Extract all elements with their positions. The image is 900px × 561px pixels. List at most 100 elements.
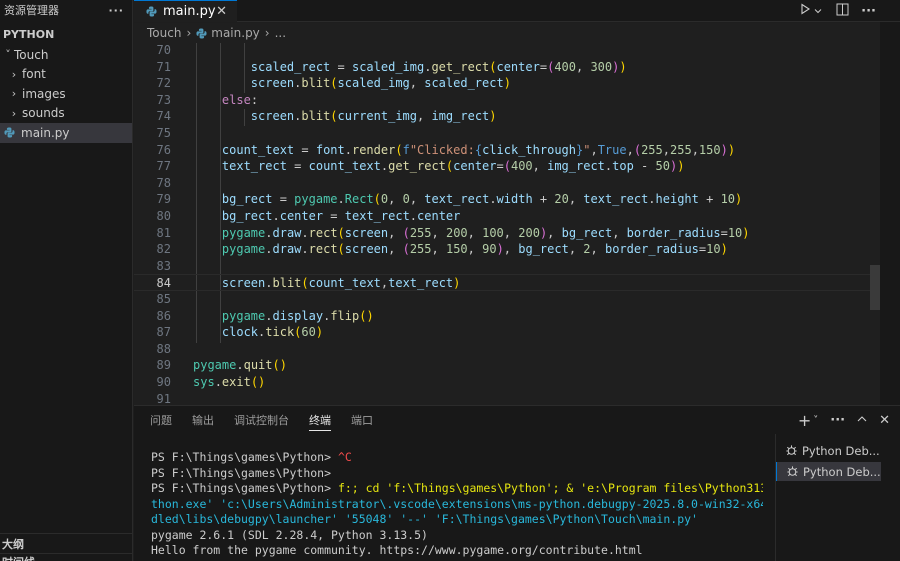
code-line: 90 sys.exit() [134, 374, 880, 391]
code-line: 70 [134, 43, 880, 59]
explorer-sidebar: 资源管理器 ··· PYTHON ˅ Touch › font › images… [0, 0, 133, 561]
code-line: 73 else: [134, 92, 880, 109]
code-line: 75 [134, 125, 880, 142]
tree-file-main-py[interactable]: main.py [0, 123, 132, 143]
code-line: 88 [134, 341, 880, 358]
code-line: 77 text_rect = count_text.get_rect(cente… [134, 158, 880, 175]
breadcrumb-more[interactable]: ... [275, 26, 286, 40]
line-number: 71 [156, 59, 171, 74]
code-line: 74 screen.blit(current_img, img_rect) [134, 108, 880, 125]
close-panel-icon[interactable]: ✕ [879, 413, 890, 428]
outline-section-header[interactable]: 大纲 [0, 533, 133, 553]
breadcrumb: Touch › main.py › ... [134, 23, 880, 43]
maximize-panel-icon[interactable] [857, 413, 867, 428]
code-line: 82 pygame.draw.rect(screen, (255, 150, 9… [134, 241, 880, 258]
code-editor[interactable]: 70 71 scaled_rect = scaled_img.get_rect(… [134, 43, 880, 405]
chevron-down-icon: ˅ [5, 48, 11, 62]
code-line: 78 [134, 175, 880, 192]
chevron-right-icon: › [11, 67, 17, 81]
code-line: 83 [134, 258, 880, 275]
tree-item-label: images [22, 86, 66, 101]
chevron-right-icon: › [186, 26, 192, 40]
chevron-down-icon[interactable]: ˅ [813, 415, 818, 426]
line-number: 75 [156, 126, 171, 140]
line-number: 78 [156, 175, 171, 190]
terminal-line: PS F:\Things\games\Python> ^C [151, 450, 352, 464]
scrollbar-thumb[interactable] [870, 265, 880, 310]
more-actions-icon[interactable]: ··· [830, 413, 845, 428]
tree-item-label: main.py [21, 125, 70, 140]
line-number: 74 [156, 109, 171, 124]
code-line: 86 pygame.display.flip() [134, 308, 880, 325]
terminal-line: pygame 2.6.1 (SDL 2.28.4, Python 3.13.5) [151, 527, 428, 542]
tab-output[interactable]: 输出 [192, 406, 214, 434]
terminal-session-item-active[interactable]: Python Deb... [776, 462, 881, 481]
tab-main-py[interactable]: main.py ✕ [134, 0, 237, 22]
panel-tabs: 问题 输出 调试控制台 终端 端口 [134, 406, 377, 434]
bottom-panel: 问题 输出 调试控制台 终端 端口 + ˅ ··· ✕ PS F:\Things… [134, 405, 900, 561]
debug-icon [787, 466, 798, 477]
new-terminal-icon[interactable]: + [798, 411, 811, 430]
line-number: 70 [156, 43, 171, 57]
tree-folder-sounds[interactable]: › sounds [0, 104, 132, 124]
breadcrumb-file[interactable]: main.py [211, 26, 260, 40]
tab-ports[interactable]: 端口 [351, 406, 373, 434]
explorer-header: 资源管理器 ··· [0, 0, 132, 20]
line-number: 87 [156, 325, 171, 340]
chevron-right-icon: › [11, 106, 17, 120]
code-line: 81 pygame.draw.rect(screen, (255, 200, 1… [134, 225, 880, 242]
code-line: 91 [134, 391, 880, 405]
close-icon[interactable]: ✕ [216, 4, 227, 19]
breadcrumb-folder[interactable]: Touch [147, 26, 181, 40]
explorer-title: 资源管理器 [4, 4, 59, 17]
panel-actions: + ˅ ··· ✕ [786, 406, 890, 434]
terminal-session-label: Python Deb... [802, 443, 880, 458]
terminal-session-item[interactable]: Python Deb... [776, 441, 881, 460]
code-line: 87 clock.tick(60) [134, 324, 880, 341]
code-line: 85 [134, 291, 880, 308]
line-number: 91 [156, 391, 171, 405]
code-line: 72 screen.blit(scaled_img, scaled_rect) [134, 75, 880, 92]
more-actions-icon[interactable]: ··· [861, 4, 876, 19]
timeline-section-header[interactable]: 时间线 [0, 553, 133, 561]
tab-terminal[interactable]: 终端 [309, 406, 331, 434]
line-number: 84 [156, 276, 171, 291]
tab-problems[interactable]: 问题 [150, 406, 172, 434]
terminal-line: PS F:\Things\games\Python> [151, 465, 338, 480]
line-number: 89 [156, 358, 171, 373]
terminal-session-label: Python Deb... [803, 464, 881, 479]
run-icon[interactable] [799, 3, 811, 19]
terminal-session-list: Python Deb... Python Deb... [775, 434, 881, 561]
line-number: 80 [156, 209, 171, 223]
code-line: 89 pygame.quit() [134, 357, 880, 374]
terminal-line: dled\libs\debugpy\launcher' '55048' '--'… [151, 512, 698, 526]
editor-tab-bar: main.py ✕ ··· [134, 0, 900, 22]
editor-scrollbar[interactable] [870, 43, 880, 405]
tree-item-label: font [22, 67, 46, 82]
line-number: 81 [156, 225, 171, 240]
terminal-line: Hello from the pygame community. https:/… [151, 543, 643, 557]
tree-folder-font[interactable]: › font [0, 65, 132, 85]
code-line: 80 bg_rect.center = text_rect.center [134, 208, 880, 225]
tree-folder-touch[interactable]: ˅ Touch [0, 45, 132, 65]
split-editor-icon[interactable] [836, 3, 849, 20]
line-number: 85 [156, 292, 171, 306]
code-line: 76 count_text = font.render(f"Clicked:{c… [134, 142, 880, 159]
minimap-area [880, 22, 900, 405]
tree-folder-images[interactable]: › images [0, 84, 132, 104]
code-line-current: 84 screen.blit(count_text,text_rect) [134, 274, 880, 291]
line-number: 82 [156, 242, 171, 257]
terminal-line: thon.exe' 'c:\Users\Administrator\.vscod… [151, 496, 763, 511]
line-number: 77 [156, 159, 171, 174]
tab-debug-console[interactable]: 调试控制台 [234, 406, 289, 434]
more-actions-icon[interactable]: ··· [108, 4, 124, 17]
terminal-output[interactable]: PS F:\Things\games\Python> ^C PS F:\Thin… [151, 450, 763, 559]
workspace-section-header[interactable]: PYTHON [0, 23, 132, 45]
line-number: 90 [156, 375, 171, 389]
line-number: 83 [156, 258, 171, 273]
line-number: 88 [156, 341, 171, 356]
python-file-icon [146, 6, 157, 17]
chevron-down-icon[interactable] [814, 4, 822, 19]
editor-actions: ··· [799, 0, 900, 22]
code-line: 71 scaled_rect = scaled_img.get_rect(cen… [134, 59, 880, 76]
